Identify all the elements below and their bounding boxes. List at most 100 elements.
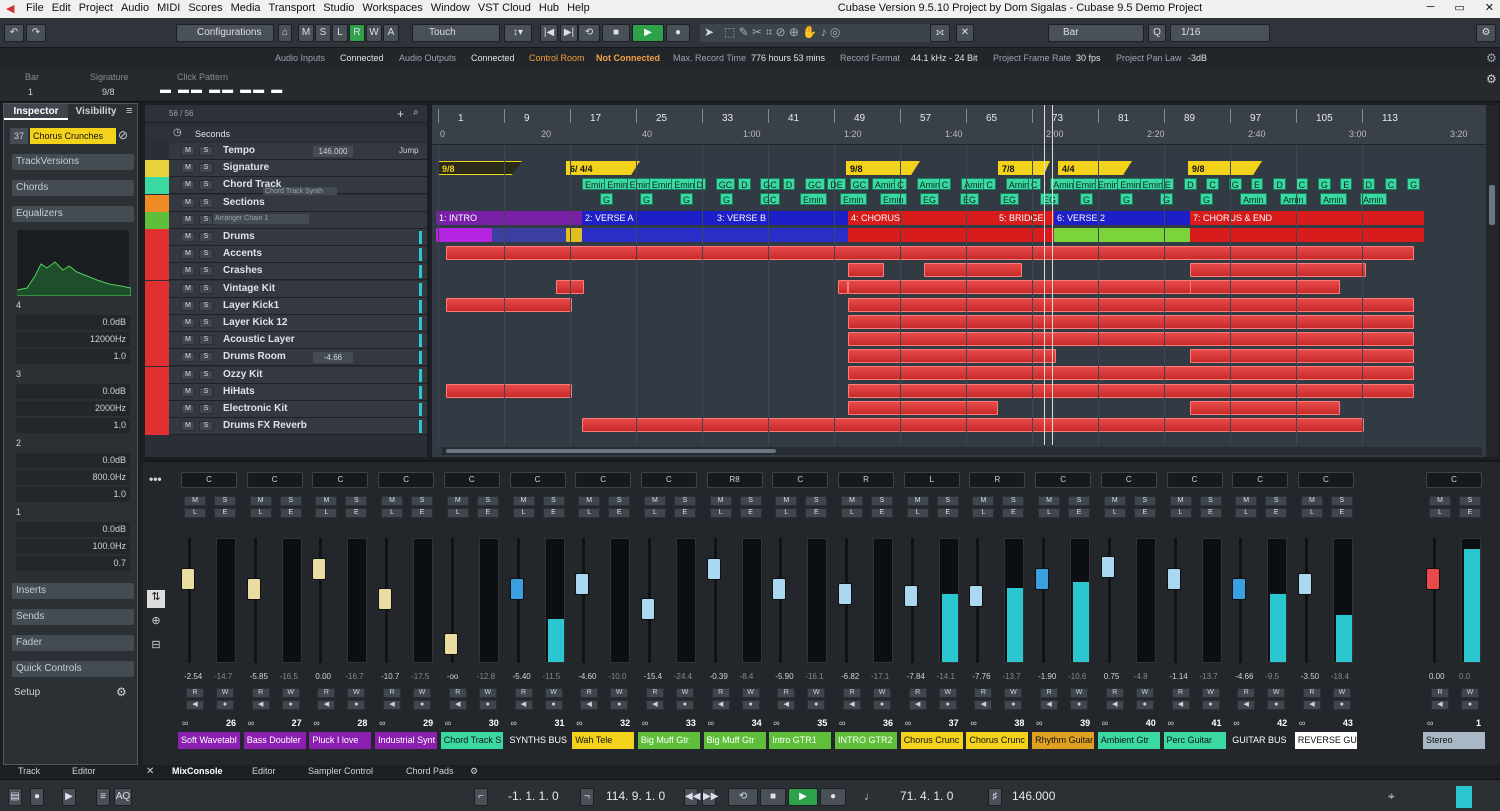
channel-m-button[interactable]: M [709, 496, 732, 506]
channel-s-button[interactable]: S [214, 496, 236, 506]
chord-event[interactable]: G [720, 193, 734, 205]
solo-button[interactable]: S [199, 146, 213, 156]
track-color-strip[interactable] [145, 211, 169, 229]
ruler[interactable]: 1 9 17 25 33 41 49 57 65 73 81 89 97 105 113 0 20 40 1:00 1… [432, 105, 1487, 145]
mute-button[interactable]: M [181, 266, 195, 277]
channel-l-button[interactable]: L [1169, 508, 1192, 518]
control-room-label[interactable]: Control Room [529, 53, 585, 63]
transport-record-icon[interactable]: ● [820, 788, 846, 806]
signature-value[interactable]: 9/8 [102, 87, 115, 97]
link-icon[interactable]: ∞ [1299, 718, 1305, 728]
channel-m-button[interactable]: M [906, 496, 929, 506]
chord-event[interactable]: C [938, 178, 952, 190]
channel-l-button[interactable]: L [315, 508, 338, 518]
mute-button[interactable]: M [181, 232, 195, 242]
channel-write-button[interactable]: W [544, 688, 563, 698]
channel-monitor-button[interactable]: ◀ [383, 700, 402, 710]
track-color-strip[interactable] [145, 280, 169, 298]
track-row[interactable]: M S Layer Kick 12 [145, 315, 427, 332]
link-icon[interactable]: ∞ [576, 718, 582, 728]
audio-event[interactable] [446, 246, 1414, 260]
channel-write-button[interactable]: W [1201, 688, 1220, 698]
channel-e-button[interactable]: E [871, 508, 893, 518]
channel-monitor-button[interactable]: ◀ [514, 700, 533, 710]
channel-e-button[interactable]: E [345, 508, 368, 518]
menu-edit[interactable]: Edit [52, 2, 79, 14]
project-window[interactable]: 1 9 17 25 33 41 49 57 65 73 81 89 97 105 113 0 20 40 1:00 1… [432, 105, 1487, 457]
channel-s-button[interactable]: S [1068, 496, 1091, 506]
link-icon[interactable]: ∞ [1102, 718, 1108, 728]
channel-monitor-button[interactable]: ◀ [251, 700, 270, 710]
pan-control[interactable]: C [181, 472, 237, 488]
channel-record-button[interactable]: ● [1201, 700, 1220, 710]
channel-l-button[interactable]: L [446, 508, 469, 518]
chord-event[interactable]: Emin [880, 193, 907, 205]
track-color-strip[interactable] [145, 366, 169, 384]
channel-record-button[interactable]: ● [544, 700, 563, 710]
tempo-track-icon[interactable]: ♯ [988, 788, 1002, 806]
chord-event[interactable]: G [1407, 178, 1421, 190]
tabs-gear-icon[interactable]: ⚙ [470, 766, 478, 777]
rewind-icon[interactable]: ◀◀ [684, 788, 700, 806]
channel-monitor-button[interactable]: ◀ [777, 700, 796, 710]
channel-l-button[interactable]: L [249, 508, 272, 518]
channel-monitor-button[interactable]: ◀ [908, 700, 927, 710]
fader-knob[interactable] [246, 578, 261, 600]
channel-m-button[interactable]: M [1235, 496, 1258, 506]
solo-button[interactable]: S [199, 335, 213, 346]
channel-read-button[interactable]: R [908, 688, 927, 698]
channel-monitor-button[interactable]: ◀ [1171, 700, 1190, 710]
link-icon[interactable]: ∞ [642, 718, 648, 728]
edit-instrument-icon[interactable]: ⊘ [118, 128, 128, 142]
marker-icon[interactable]: ⌖ [1388, 789, 1395, 804]
channel-name[interactable]: Pluck I love [309, 732, 372, 749]
audio-event[interactable] [924, 263, 1022, 278]
channel-write-button[interactable]: W [610, 688, 629, 698]
channel-read-button[interactable]: R [1302, 688, 1321, 698]
mode-button-l[interactable]: L [332, 24, 348, 42]
click-pattern-display[interactable]: ▬ ▬▬ ▬▬ ▬▬ ▬ [160, 84, 284, 96]
chord-event[interactable]: D [1362, 178, 1375, 190]
solo-button[interactable]: S [199, 180, 213, 191]
solo-button[interactable]: S [199, 369, 213, 380]
channel-l-button[interactable]: L [1103, 508, 1126, 518]
eq-band-gain-field[interactable]: 0.0dB [16, 384, 130, 399]
channel-write-button[interactable]: W [1004, 688, 1023, 698]
arranger-chain-part[interactable] [1054, 228, 1190, 242]
link-icon[interactable]: ∞ [1168, 718, 1174, 728]
volume-value[interactable]: -4.60 [578, 672, 596, 681]
track-name[interactable]: Layer Kick1 [223, 300, 279, 311]
signature-event[interactable]: 4/4 [1058, 161, 1132, 175]
tool-palette[interactable]: ➤ ⬚ ✎ ✂ ⌗ ⊘ ⊕ ✋ ♪ ◎ [700, 24, 936, 42]
volume-value[interactable]: -0.39 [710, 672, 728, 681]
chord-event[interactable]: D [782, 178, 796, 190]
chord-event[interactable]: E [1340, 178, 1353, 190]
position-display[interactable]: 71. 4. 1. 0 [900, 789, 953, 803]
channel-read-button[interactable]: R [1171, 688, 1190, 698]
audio-event[interactable] [1190, 280, 1340, 295]
channel-l-button[interactable]: L [578, 508, 601, 518]
channel-record-button[interactable]: ● [1332, 700, 1351, 710]
inspector-menu-icon[interactable]: ≡ [126, 105, 132, 117]
track-row[interactable]: M S Crashes [145, 263, 427, 281]
track-name-field[interactable]: Chorus Crunches [30, 128, 116, 144]
tab-editor[interactable]: Editor [252, 766, 276, 776]
volume-value[interactable]: -1.14 [1170, 672, 1188, 681]
solo-button[interactable]: S [199, 386, 213, 397]
track-name[interactable]: Drums FX Reverb [223, 420, 307, 431]
undo-icon[interactable]: ↶ [4, 24, 24, 42]
cycle-icon[interactable]: ⟲ [578, 24, 600, 42]
volume-value[interactable]: -3.50 [1301, 672, 1319, 681]
channel-name[interactable]: Big Muff Gtr [637, 732, 700, 749]
signature-event[interactable]: 9/8 [1188, 161, 1262, 175]
volume-value[interactable]: -15.4 [644, 672, 662, 681]
track-row[interactable]: M S Arranger Chain 1 [145, 211, 427, 229]
arranger-section[interactable]: 5: BRIDGE [996, 211, 1054, 225]
audio-event[interactable] [1190, 349, 1414, 364]
channel-l-button[interactable]: L [1429, 508, 1451, 518]
channel-m-button[interactable]: M [1429, 496, 1451, 506]
track-value-field[interactable]: -4.66 [313, 352, 353, 364]
redo-icon[interactable]: ↷ [26, 24, 46, 42]
tab-inspector[interactable]: Inspector [4, 104, 68, 120]
arranger-chain-part[interactable] [436, 228, 492, 242]
